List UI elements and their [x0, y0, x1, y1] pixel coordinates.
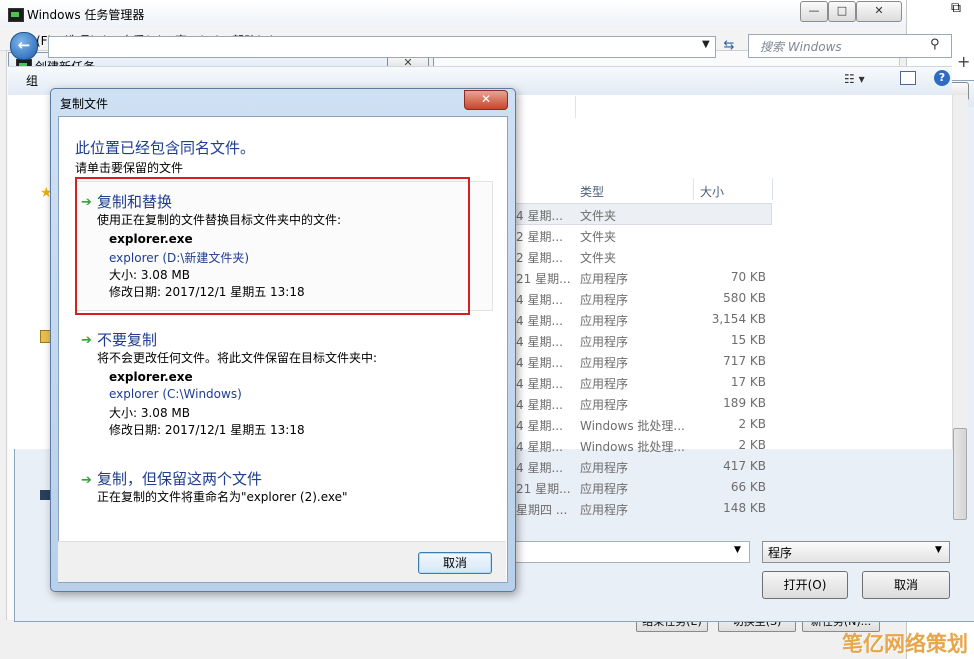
row-date[interactable]: 4 星期... — [516, 291, 563, 308]
file-type-value: 程序 — [768, 546, 793, 560]
row-type[interactable]: Windows 批处理... — [580, 417, 685, 434]
row-date[interactable]: 4 星期... — [516, 459, 563, 476]
row-type[interactable]: 应用程序 — [580, 375, 628, 392]
option-description: 正在复制的文件将重命名为"explorer (2).exe" — [97, 490, 348, 504]
row-type[interactable]: 应用程序 — [580, 333, 628, 350]
browse-cancel-button[interactable]: 取消 — [862, 571, 950, 599]
row-date[interactable]: 4 星期... — [516, 375, 563, 392]
copy-dialog-title: 复制文件 — [60, 97, 109, 111]
row-type[interactable]: 应用程序 — [580, 291, 628, 308]
option-description: 将不会更改任何文件。将此文件保留在目标文件夹中: — [97, 351, 378, 365]
row-size[interactable]: 2 KB — [696, 438, 766, 452]
column-separator — [693, 178, 694, 200]
column-separator — [575, 96, 576, 118]
row-type[interactable]: Windows 批处理... — [580, 438, 685, 455]
chevron-down-icon[interactable]: ▼ — [702, 39, 710, 50]
row-size[interactable]: 70 KB — [696, 270, 766, 284]
option-filename: explorer.exe — [109, 370, 193, 384]
column-header-size[interactable]: 大小 — [700, 183, 724, 200]
organize-button[interactable]: 组 — [26, 72, 38, 89]
open-button[interactable]: 打开(O) — [762, 571, 848, 599]
row-type[interactable]: 文件夹 — [580, 228, 616, 245]
back-arrow-icon[interactable]: ← — [10, 32, 38, 60]
copy-file-dialog: 复制文件 ✕ 此位置已经包含同名文件。 请单击要保留的文件 ➔ 复制和替换 使用… — [50, 88, 516, 592]
row-date[interactable]: 4 星期... — [516, 312, 563, 329]
refresh-icon[interactable]: ⇆ — [718, 35, 740, 57]
filename-input[interactable] — [514, 541, 750, 563]
row-type[interactable]: 应用程序 — [580, 312, 628, 329]
plus-icon[interactable]: + — [957, 52, 970, 71]
row-type[interactable]: 应用程序 — [580, 459, 628, 476]
minimize-icon[interactable]: — — [800, 1, 828, 22]
option-keep-both[interactable]: 复制，但保留这两个文件 — [97, 468, 262, 489]
row-type[interactable]: 应用程序 — [580, 396, 628, 413]
option-filepath: explorer (C:\Windows) — [109, 387, 242, 401]
row-size[interactable]: 717 KB — [696, 354, 766, 368]
scrollbar-thumb[interactable] — [953, 428, 967, 520]
chevron-down-icon[interactable]: ▼ — [935, 545, 942, 555]
row-size[interactable]: 66 KB — [696, 480, 766, 494]
row-size[interactable]: 148 KB — [696, 501, 766, 515]
search-placeholder: 搜索 Windows — [760, 40, 842, 54]
copy-cancel-button[interactable]: 取消 — [418, 552, 492, 574]
row-type[interactable]: 应用程序 — [580, 354, 628, 371]
row-date[interactable]: 4 星期... — [516, 396, 563, 413]
task-manager-title: Windows 任务管理器 — [27, 8, 145, 22]
row-type[interactable]: 文件夹 — [580, 249, 616, 266]
row-date[interactable]: 2 星期... — [516, 228, 563, 245]
task-manager-app-icon — [8, 8, 24, 22]
column-header-type[interactable]: 类型 — [580, 183, 604, 200]
row-size[interactable]: 15 KB — [696, 333, 766, 347]
row-date[interactable]: 4 星期... — [516, 438, 563, 455]
address-bar[interactable] — [48, 36, 716, 58]
green-arrow-icon: ➔ — [81, 333, 92, 348]
copy-dialog-subheading: 请单击要保留的文件 — [75, 161, 184, 175]
help-icon[interactable]: ? — [934, 70, 950, 86]
annotation-highlight-box — [75, 177, 470, 315]
row-size[interactable]: 417 KB — [696, 459, 766, 473]
option-modified: 修改日期: 2017/12/1 星期五 13:18 — [109, 423, 305, 437]
view-options-icon[interactable]: ☷ ▾ — [844, 72, 865, 86]
row-date[interactable]: 4 星期... — [516, 417, 563, 434]
row-date[interactable]: 4 星期... — [516, 333, 563, 350]
column-separator — [772, 178, 773, 200]
row-size[interactable]: 3,154 KB — [696, 312, 766, 326]
copy-dialog-heading: 此位置已经包含同名文件。 — [75, 139, 256, 157]
computer-icon[interactable] — [40, 490, 50, 500]
row-date[interactable]: 4 星期... — [516, 207, 563, 224]
option-dont-copy[interactable]: 不要复制 — [97, 329, 157, 350]
row-size[interactable]: 580 KB — [696, 291, 766, 305]
vertical-scrollbar[interactable] — [952, 95, 968, 449]
row-size[interactable]: 17 KB — [696, 375, 766, 389]
row-date[interactable]: 2 星期... — [516, 249, 563, 266]
row-type[interactable]: 应用程序 — [580, 501, 628, 518]
chevron-down-icon[interactable]: ▼ — [734, 545, 741, 555]
option-filesize: 大小: 3.08 MB — [109, 406, 190, 420]
watermark-text: 笔亿网络策划 — [842, 632, 968, 656]
close-icon[interactable]: ✕ — [856, 1, 902, 22]
row-type[interactable]: 文件夹 — [580, 207, 616, 224]
row-size[interactable]: 2 KB — [696, 417, 766, 431]
row-type[interactable]: 应用程序 — [580, 480, 628, 497]
row-size[interactable]: 189 KB — [696, 396, 766, 410]
row-type[interactable]: 应用程序 — [580, 270, 628, 287]
row-date[interactable]: 21 星期... — [516, 270, 571, 287]
green-arrow-icon: ➔ — [81, 473, 92, 488]
restore-icon[interactable]: ⧉ — [951, 0, 961, 16]
search-icon[interactable]: ⚲ — [930, 37, 940, 52]
row-date[interactable]: 21 星期... — [516, 480, 571, 497]
maximize-icon[interactable]: □ — [828, 1, 856, 22]
row-date[interactable]: 星期四 ... — [516, 501, 567, 518]
row-date[interactable]: 4 星期... — [516, 354, 563, 371]
close-icon[interactable]: ✕ — [464, 90, 508, 110]
preview-pane-icon[interactable] — [900, 71, 916, 85]
